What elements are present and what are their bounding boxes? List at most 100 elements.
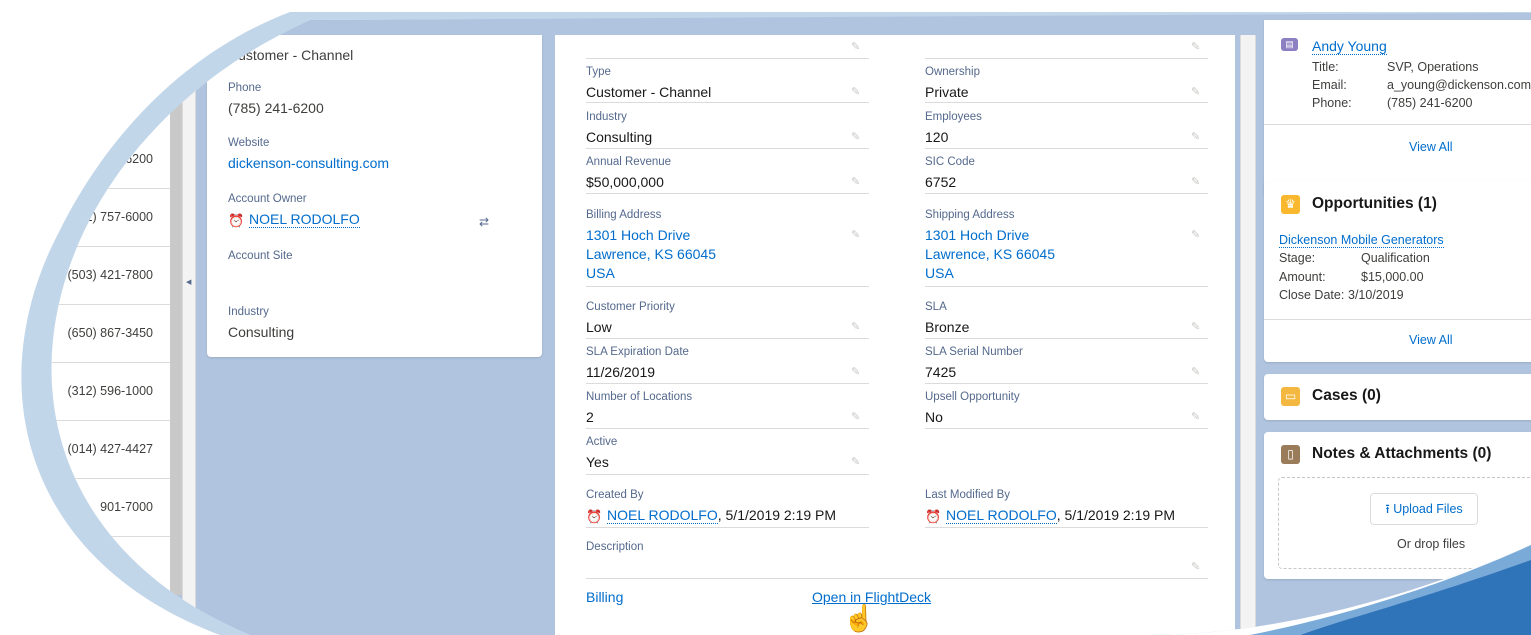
field-underline (925, 286, 1208, 287)
edit-pencil-icon[interactable]: ✎ (851, 41, 863, 53)
created-by-user-link[interactable]: NOEL RODOLFO (607, 507, 718, 524)
contact-name-link[interactable]: Andy Young (1312, 38, 1387, 55)
list-scrollbar[interactable] (170, 35, 182, 595)
opportunity-name-link[interactable]: Dickenson Mobile Generators (1279, 233, 1444, 248)
contacts-view-all-link[interactable]: View All (1409, 140, 1453, 154)
edit-pencil-icon[interactable]: ✎ (851, 131, 863, 143)
list-phone: (312) 596-1000 (67, 384, 153, 398)
active-label: Active (586, 436, 618, 448)
contact-email-value[interactable]: a_young@dickenson.com (1387, 78, 1531, 92)
industry-value: Consulting (586, 129, 653, 145)
edit-pencil-icon[interactable]: ✎ (851, 176, 863, 188)
contact-email-key: Email: (1312, 78, 1347, 92)
ownership-value: Private (925, 84, 969, 100)
sla-serial-label: SLA Serial Number (925, 346, 1023, 358)
edit-pencil-icon[interactable]: ✎ (1191, 411, 1203, 423)
created-by-value: ⏰ NOEL RODOLFO, 5/1/2019 2:19 PM (586, 506, 836, 525)
active-value: Yes (586, 454, 609, 470)
details-scrollbar[interactable] (1240, 35, 1256, 635)
edit-pencil-icon[interactable]: ✎ (1191, 366, 1203, 378)
field-underline (586, 527, 869, 528)
card-divider (1264, 319, 1531, 320)
edit-pencil-icon[interactable]: ✎ (851, 229, 863, 241)
opportunity-crown-icon: ♛ (1281, 195, 1300, 214)
shipping-address-line3[interactable]: USA (925, 264, 954, 283)
contact-phone-value[interactable]: (785) 241-6200 (1387, 96, 1472, 110)
employees-label: Employees (925, 111, 982, 123)
edit-pencil-icon[interactable]: ✎ (1191, 131, 1203, 143)
hand-pointer-cursor-icon: ☝ (843, 603, 876, 633)
edit-pencil-icon[interactable]: ✎ (1191, 176, 1203, 188)
shipping-address-line1[interactable]: 1301 Hoch Drive (925, 226, 1029, 245)
collapse-left-icon[interactable]: ◀ (186, 278, 191, 286)
customer-priority-label: Customer Priority (586, 301, 675, 313)
last-modified-label: Last Modified By (925, 489, 1011, 501)
sla-label: SLA (925, 301, 947, 313)
change-owner-icon[interactable]: ⇄ (479, 215, 489, 229)
shipping-address-line2[interactable]: Lawrence, KS 66045 (925, 245, 1055, 264)
field-underline (586, 474, 869, 475)
notes-header[interactable]: Notes & Attachments (0) (1312, 445, 1491, 463)
sic-code-value: 6752 (925, 174, 957, 190)
employees-value: 120 (925, 129, 949, 145)
user-avatar-icon: ⏰ (586, 509, 603, 524)
sla-expiration-value: 11/26/2019 (586, 364, 656, 380)
created-by-label: Created By (586, 489, 644, 501)
phone-value: (785) 241-6200 (228, 100, 324, 116)
opp-stage-value: Qualification (1361, 251, 1430, 265)
edit-pencil-icon[interactable]: ✎ (1191, 321, 1203, 333)
last-modified-user-link[interactable]: NOEL RODOLFO (946, 507, 1057, 524)
field-underline (586, 286, 869, 287)
edit-pencil-icon[interactable]: ✎ (851, 411, 863, 423)
upsell-label: Upsell Opportunity (925, 391, 1020, 403)
edit-pencil-icon[interactable]: ✎ (851, 366, 863, 378)
cases-header[interactable]: Cases (0) (1312, 387, 1381, 405)
website-link[interactable]: dickenson-consulting.com (228, 155, 389, 171)
billing-address-line1[interactable]: 1301 Hoch Drive (586, 226, 690, 245)
case-briefcase-icon: ▭ (1281, 387, 1300, 406)
edit-pencil-icon[interactable]: ✎ (1191, 86, 1203, 98)
account-site-label: Account Site (228, 250, 293, 262)
opp-amount-key: Amount: (1279, 270, 1326, 284)
billing-address-line3[interactable]: USA (586, 264, 615, 283)
opp-stage-key: Stage: (1279, 251, 1316, 265)
edit-pencil-icon[interactable]: ✎ (851, 456, 863, 468)
type-value: Customer - Channel (586, 84, 712, 100)
notes-file-icon: ▯ (1281, 445, 1300, 464)
field-underline (586, 148, 869, 149)
sla-expiration-label: SLA Expiration Date (586, 346, 689, 358)
opportunities-header[interactable]: Opportunities (1) (1312, 195, 1437, 213)
user-avatar-icon: ⏰ (925, 509, 942, 524)
opportunity-name: Dickenson Mobile Generators (1279, 233, 1444, 247)
sic-code-label: SIC Code (925, 156, 975, 168)
opportunities-view-all-link[interactable]: View All (1409, 333, 1453, 347)
last-modified-time: , 5/1/2019 2:19 PM (1056, 507, 1176, 523)
upload-files-button[interactable]: ⭱ Upload Files (1370, 493, 1478, 525)
field-underline (925, 338, 1208, 339)
billing-link[interactable]: Billing (586, 588, 623, 607)
drop-files-hint: Or drop files (1397, 537, 1466, 551)
contact-title-key: Title: (1312, 60, 1339, 74)
billing-address-line2[interactable]: Lawrence, KS 66045 (586, 245, 716, 264)
account-owner-link[interactable]: NOEL RODOLFO (249, 211, 360, 228)
edit-pencil-icon[interactable]: ✎ (1191, 229, 1203, 241)
field-underline (586, 338, 869, 339)
edit-pencil-icon[interactable]: ✎ (1191, 41, 1203, 53)
account-details-panel: ✎ ✎ Type Customer - Channel ✎ Ownership … (555, 35, 1235, 635)
field-underline (586, 383, 869, 384)
notes-attachments-card: ▯ Notes & Attachments (0) ⭱ Upload Files… (1264, 432, 1531, 579)
edit-pencil-icon[interactable]: ✎ (1191, 561, 1203, 573)
ownership-label: Ownership (925, 66, 980, 78)
edit-pencil-icon[interactable]: ✎ (851, 86, 863, 98)
industry-label: Industry (228, 306, 269, 318)
edit-pencil-icon[interactable]: ✎ (851, 321, 863, 333)
split-view-divider[interactable] (182, 35, 196, 635)
screenshot-stage: 241-6200 (512) 757-6000 (503) 421-7800 (… (0, 0, 1531, 635)
industry-value: Consulting (228, 324, 295, 340)
field-underline (586, 578, 1208, 579)
cases-card: ▭ Cases (0) (1264, 374, 1531, 420)
field-underline (586, 102, 869, 103)
sla-serial-value: 7425 (925, 364, 957, 380)
field-underline (925, 383, 1208, 384)
shipping-address-label: Shipping Address (925, 209, 1015, 221)
